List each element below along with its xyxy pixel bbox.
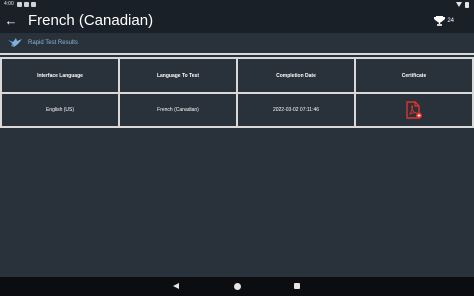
trophy-icon [434,16,446,26]
page-title: French (Canadian) [28,12,154,29]
column-header-language-to-test: Language To Test [118,57,238,94]
trophy-button[interactable]: 24 [434,15,454,27]
cell-certificate [354,92,474,128]
nav-back-icon[interactable] [173,283,179,289]
status-system-icons [456,2,469,8]
back-arrow-icon[interactable]: ← [4,13,18,29]
cell-language-to-test: French (Canadian) [118,92,238,128]
pdf-certificate-icon[interactable] [406,101,422,119]
sub-header: Rapid Test Results [0,33,474,53]
bird-logo-icon [8,38,22,47]
app-bar: ← French (Canadian) 24 [0,9,474,33]
nav-home-icon[interactable] [234,283,241,290]
notification-icon [24,2,29,7]
trophy-count: 24 [447,18,454,24]
column-header-interface-language: Interface Language [0,57,120,94]
system-navigation-bar [0,277,474,296]
wifi-icon [456,2,462,7]
status-bar: 4:00 [0,0,474,9]
notification-icon [17,2,22,7]
status-time: 4:00 [4,1,14,7]
cell-completion-date: 2022-03-02 07:11:46 [236,92,356,128]
table-row: English (US) French (Canadian) 2022-03-0… [0,92,474,128]
column-header-completion-date: Completion Date [236,57,356,94]
column-header-certificate: Certificate [354,57,474,94]
results-table: Interface Language Language To Test Comp… [0,57,474,128]
battery-icon [465,2,469,8]
notification-icon [31,2,36,7]
status-notification-icons [17,2,36,7]
section-title: Rapid Test Results [28,40,78,46]
divider [0,53,474,55]
cell-interface-language: English (US) [0,92,120,128]
table-header-row: Interface Language Language To Test Comp… [0,57,474,94]
nav-recents-icon[interactable] [294,283,300,289]
